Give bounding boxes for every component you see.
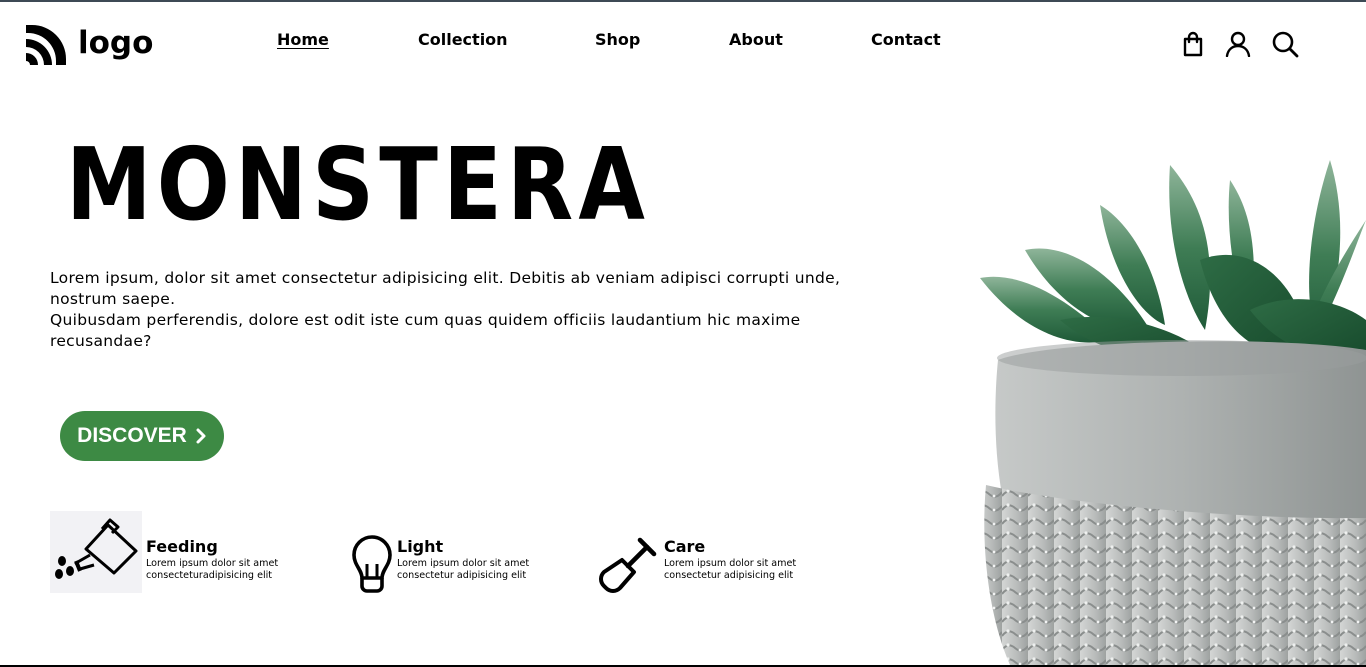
- nav-home[interactable]: Home: [277, 30, 329, 50]
- watering-can-icon: [50, 511, 142, 593]
- nav-about[interactable]: About: [729, 30, 783, 50]
- logo-mark-icon: [26, 25, 66, 65]
- feature-feeding-text-2: consecteturadipisicing elit: [146, 570, 273, 581]
- feature-light-title: Light: [397, 537, 444, 556]
- nav-collection[interactable]: Collection: [418, 30, 508, 50]
- hero-description-line1: Lorem ipsum, dolor sit amet consectetur …: [50, 269, 841, 308]
- light-bulb-icon: [350, 534, 394, 594]
- shovel-icon: [598, 534, 660, 594]
- discover-button[interactable]: DISCOVER: [60, 411, 224, 461]
- nav-shop[interactable]: Shop: [595, 30, 640, 50]
- feature-light-text-2: consectetur adipisicing elit: [397, 570, 527, 581]
- hero-title: MONSTERA: [66, 126, 651, 243]
- hero-plant-image: [950, 150, 1366, 665]
- feature-care-text-2: consectetur adipisicing elit: [664, 570, 794, 581]
- nav-contact[interactable]: Contact: [871, 30, 941, 50]
- user-icon[interactable]: [1224, 30, 1252, 58]
- chevron-right-icon: [195, 427, 207, 445]
- search-icon[interactable]: [1271, 30, 1299, 58]
- feature-light-text-1: Lorem ipsum dolor sit amet: [397, 558, 530, 569]
- feature-feeding-title: Feeding: [146, 537, 218, 556]
- hero-description: Lorem ipsum, dolor sit amet consectetur …: [50, 268, 850, 352]
- hero-description-line2: Quibusdam perferendis, dolore est odit i…: [50, 311, 801, 350]
- top-border: [0, 0, 1366, 2]
- shopping-bag-icon[interactable]: [1179, 30, 1207, 58]
- logo[interactable]: logo: [24, 23, 153, 67]
- discover-button-label: DISCOVER: [77, 424, 187, 447]
- feature-feeding-text-1: Lorem ipsum dolor sit amet: [146, 558, 279, 569]
- feature-care-title: Care: [664, 537, 706, 556]
- feature-care-text-1: Lorem ipsum dolor sit amet: [664, 558, 797, 569]
- logo-text: logo: [78, 24, 154, 61]
